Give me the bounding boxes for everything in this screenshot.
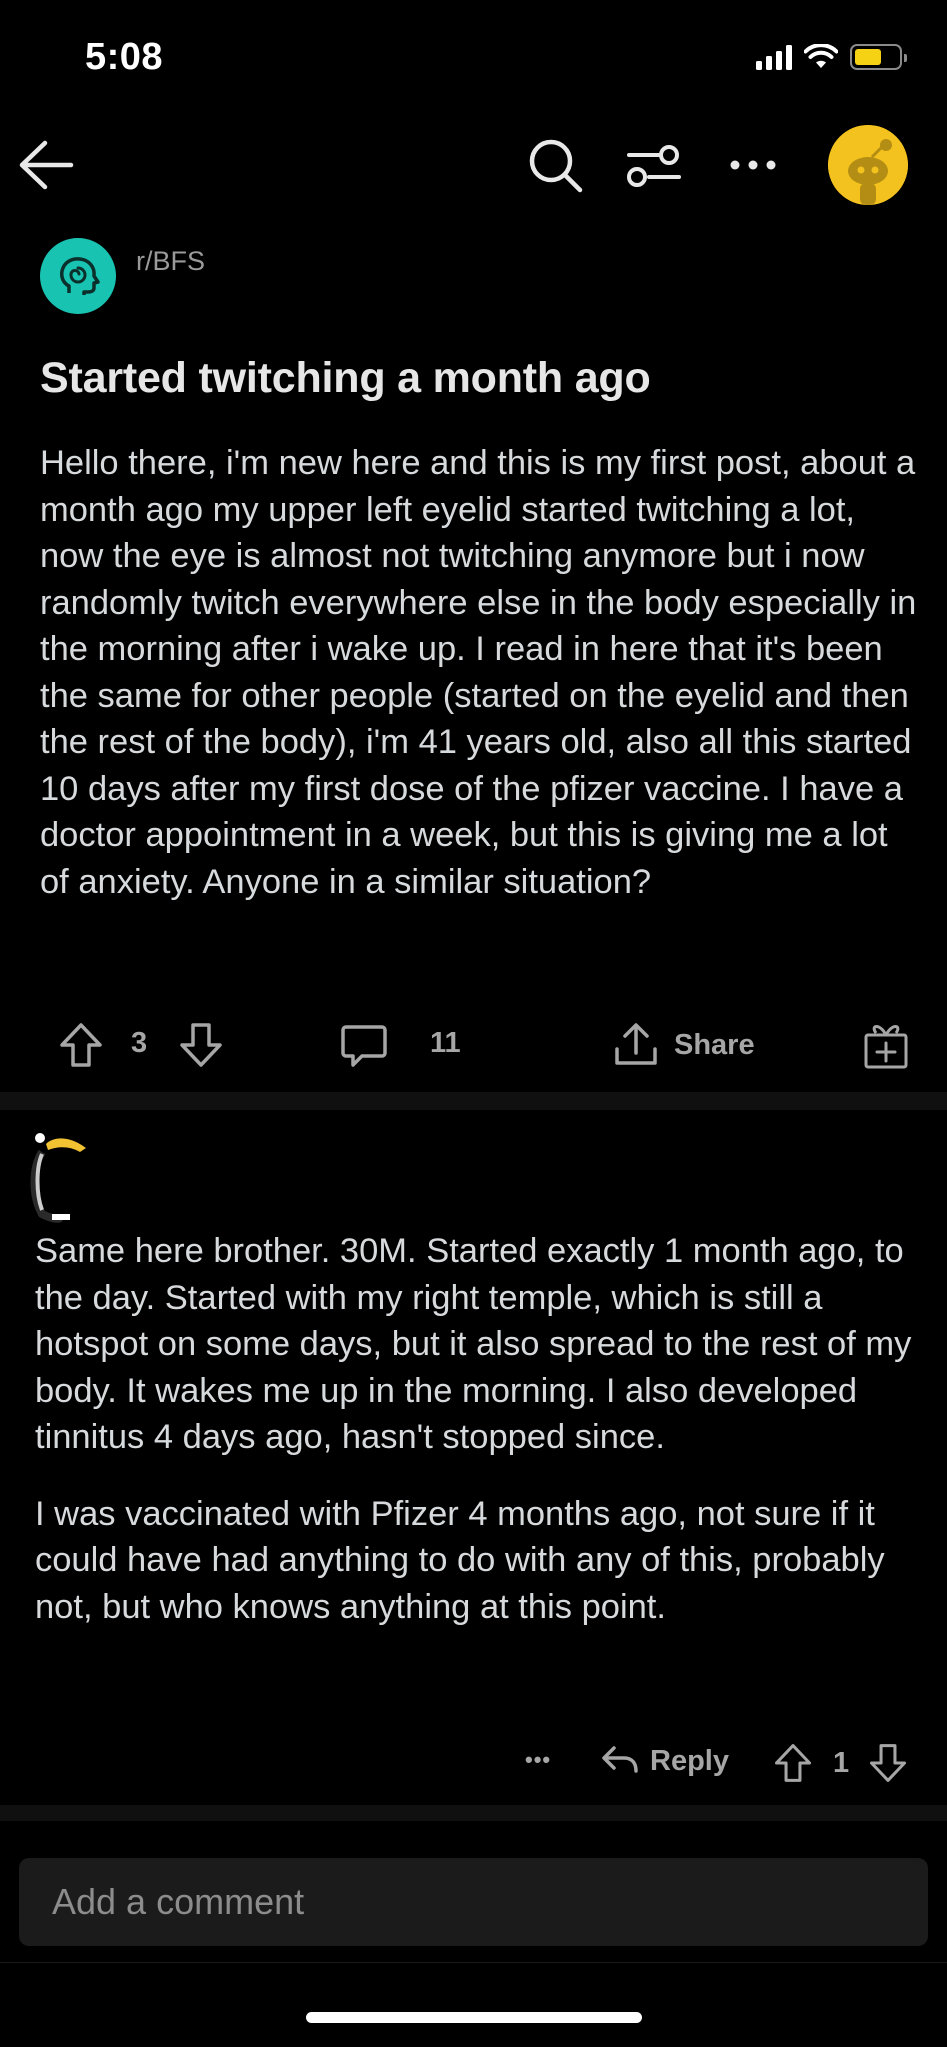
brain-head-icon xyxy=(60,257,100,295)
comment-action-bar: ••• Reply 1 xyxy=(0,1735,947,1795)
gift-icon xyxy=(864,1025,908,1069)
upvote-arrow-icon xyxy=(60,1023,102,1067)
post-title: Started twitching a month ago xyxy=(40,354,651,402)
status-icons xyxy=(756,44,907,70)
bottom-divider xyxy=(0,1962,947,1963)
cellular-signal-icon xyxy=(756,44,792,70)
reply-label: Reply xyxy=(650,1744,729,1777)
status-time: 5:08 xyxy=(85,36,164,78)
comment-count: 11 xyxy=(430,1027,461,1059)
comment-paragraph: Same here brother. 30M. Started exactly … xyxy=(35,1232,912,1456)
wifi-icon xyxy=(804,44,838,68)
arrow-left-icon xyxy=(19,140,74,190)
post-vote-count: 3 xyxy=(131,1027,148,1059)
add-comment-box[interactable] xyxy=(19,1858,928,1946)
comment-input[interactable] xyxy=(19,1858,928,1946)
share-button[interactable]: Share xyxy=(612,1021,755,1069)
comment-downvote-button[interactable] xyxy=(868,1741,908,1785)
more-options-button[interactable] xyxy=(718,137,788,193)
post-action-bar: 3 11 Share xyxy=(0,1015,947,1075)
share-icon xyxy=(615,1023,657,1065)
share-label: Share xyxy=(674,1028,755,1061)
upvote-button[interactable] xyxy=(58,1021,104,1069)
reply-arrow-icon xyxy=(602,1746,638,1773)
avatar-icon xyxy=(30,1133,86,1223)
more-horizontal-icon xyxy=(730,160,776,170)
back-button[interactable] xyxy=(14,137,78,193)
downvote-arrow-icon xyxy=(180,1023,222,1067)
downvote-arrow-icon xyxy=(869,1744,907,1782)
comments-button[interactable] xyxy=(340,1023,388,1069)
comment-bubble-icon xyxy=(341,1025,387,1067)
subreddit-icon[interactable] xyxy=(40,238,116,314)
comment-body: Same here brother. 30M. Started exactly … xyxy=(35,1228,915,1660)
award-button[interactable] xyxy=(862,1021,910,1071)
comment-paragraph: I was vaccinated with Pfizer 4 months ag… xyxy=(35,1494,885,1626)
downvote-button[interactable] xyxy=(178,1021,224,1069)
upvote-arrow-icon xyxy=(774,1744,812,1782)
user-avatar[interactable] xyxy=(828,125,908,205)
post-body: Hello there, i'm new here and this is my… xyxy=(40,444,917,901)
reply-button[interactable]: Reply xyxy=(600,1743,729,1779)
home-indicator[interactable] xyxy=(306,2012,642,2023)
comment-vote-count: 1 xyxy=(833,1747,850,1779)
commenter-avatar[interactable] xyxy=(30,1128,90,1224)
search-button[interactable] xyxy=(522,135,590,197)
comment-more-button[interactable]: ••• xyxy=(525,1747,551,1773)
filter-button[interactable] xyxy=(618,135,690,197)
section-divider xyxy=(0,1092,947,1110)
section-divider xyxy=(0,1805,947,1821)
snoo-avatar-icon xyxy=(828,125,908,205)
search-icon xyxy=(529,139,583,193)
top-nav xyxy=(0,125,947,205)
subreddit-row: r/BFS xyxy=(40,238,205,318)
comment-upvote-button[interactable] xyxy=(773,1741,813,1785)
subreddit-name[interactable]: r/BFS xyxy=(136,246,205,318)
battery-icon xyxy=(850,44,907,70)
status-bar: 5:08 xyxy=(0,0,947,120)
sliders-icon xyxy=(627,145,681,187)
